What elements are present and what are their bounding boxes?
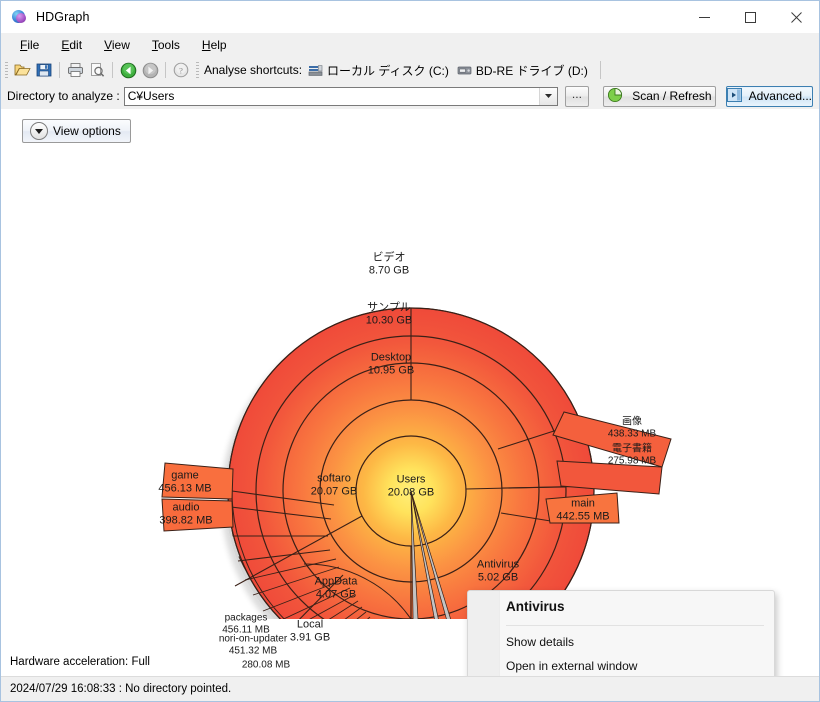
panel-expand-icon	[726, 87, 742, 105]
optical-drive-icon	[457, 63, 472, 77]
context-menu-item-open-external[interactable]: Open in external window	[468, 654, 774, 676]
hard-disk-icon	[308, 63, 323, 77]
toolbar-separator	[112, 62, 113, 78]
directory-row: Directory to analyze : C¥Users ... Scan …	[1, 83, 819, 109]
directory-label: Directory to analyze :	[7, 89, 120, 103]
menu-file-label: ile	[27, 38, 40, 52]
menu-tools[interactable]: Tools	[141, 35, 191, 55]
window-controls	[681, 1, 819, 33]
toolbar-grip[interactable]	[5, 62, 8, 78]
menu-bar: File Edit View Tools Help	[1, 33, 819, 57]
chart-label-nori-on-updater: nori-on-updater 451.32 MB	[219, 634, 287, 657]
chevron-down-icon[interactable]	[538, 87, 557, 105]
browse-button[interactable]: ...	[564, 85, 590, 107]
scan-refresh-button[interactable]: Scan / Refresh	[603, 85, 716, 107]
toolbar-separator	[165, 62, 166, 78]
hardware-acceleration-text: Hardware acceleration: Full	[10, 656, 150, 668]
status-bar-text: 2024/07/29 16:08:33 : No directory point…	[10, 683, 232, 695]
status-bar: 2024/07/29 16:08:33 : No directory point…	[1, 676, 819, 701]
shortcut-bdre-drive-d-label: BD-RE ドライブ (D:)	[475, 63, 588, 78]
menu-edit[interactable]: Edit	[50, 35, 93, 55]
graph-canvas[interactable]: View options Users 20.08 GB softaro 20.0…	[1, 109, 819, 676]
menu-help[interactable]: Help	[191, 35, 238, 55]
chart-label-local-value: 3.91 GB	[289, 631, 331, 643]
chart-label-packages-value: 456.11 MB	[222, 624, 270, 635]
directory-combo[interactable]: C¥Users	[123, 86, 558, 106]
directory-input[interactable]: C¥Users	[125, 89, 539, 103]
maximize-button[interactable]	[727, 1, 773, 33]
context-menu-item-show-details[interactable]: Show details	[468, 630, 774, 654]
toolbar-separator-end	[599, 61, 601, 79]
context-menu-separator	[506, 625, 764, 626]
shortcut-local-disk-c[interactable]: ローカル ディスク (C:)	[308, 62, 449, 79]
hdgraph-window: HDGraph File Edit View Tools Help ? Anal…	[0, 0, 820, 702]
scan-refresh-label: Scan / Refresh	[632, 89, 712, 103]
help-icon[interactable]: ?	[170, 59, 192, 81]
toolbar-separator	[59, 62, 60, 78]
pie-chart-icon	[607, 87, 623, 106]
open-icon[interactable]	[11, 59, 33, 81]
toolbar: ? Analyse shortcuts: ローカル ディスク (C:) BD-R…	[1, 57, 819, 83]
save-icon[interactable]	[33, 59, 55, 81]
menu-view[interactable]: View	[93, 35, 141, 55]
print-preview-icon[interactable]	[86, 59, 108, 81]
forward-icon[interactable]	[139, 59, 161, 81]
title-bar: HDGraph	[1, 1, 819, 33]
context-menu-title: Antivirus	[506, 598, 565, 614]
chart-label-unnamed-value: 280.08 MB	[241, 659, 291, 671]
minimize-button[interactable]	[681, 1, 727, 33]
print-icon[interactable]	[64, 59, 86, 81]
chart-label-local-name: Local	[296, 618, 324, 631]
back-icon[interactable]	[117, 59, 139, 81]
chart-label-nori-on-updater-value: 451.32 MB	[228, 645, 278, 656]
close-button[interactable]	[773, 1, 819, 33]
context-menu-item-open-external-label: Open in external window	[506, 659, 638, 673]
shortcut-bdre-drive-d[interactable]: BD-RE ドライブ (D:)	[457, 62, 588, 79]
hdgraph-logo-icon	[11, 9, 27, 25]
toolbar-grip-2[interactable]	[196, 62, 199, 78]
chart-label-nori-on-updater-name: nori-on-updater	[218, 633, 288, 645]
svg-text:?: ?	[179, 65, 183, 75]
context-menu-item-show-details-label: Show details	[506, 635, 575, 649]
advanced-label: Advanced...	[748, 89, 812, 103]
window-title: HDGraph	[36, 10, 90, 24]
advanced-button[interactable]: Advanced...	[725, 85, 813, 107]
menu-file[interactable]: File	[9, 35, 50, 55]
shortcut-local-disk-c-label: ローカル ディスク (C:)	[327, 63, 449, 78]
context-menu[interactable]: Antivirus Show details Open in external …	[467, 590, 775, 676]
chart-label-unnamed: 280.08 MB	[242, 659, 290, 671]
sunburst-graph[interactable]: Users 20.08 GB softaro 20.07 GB Desktop …	[1, 109, 819, 676]
chart-label-local: Local 3.91 GB	[290, 619, 330, 644]
sunburst-svg[interactable]	[1, 109, 819, 676]
analyse-shortcuts-label: Analyse shortcuts:	[204, 63, 303, 77]
